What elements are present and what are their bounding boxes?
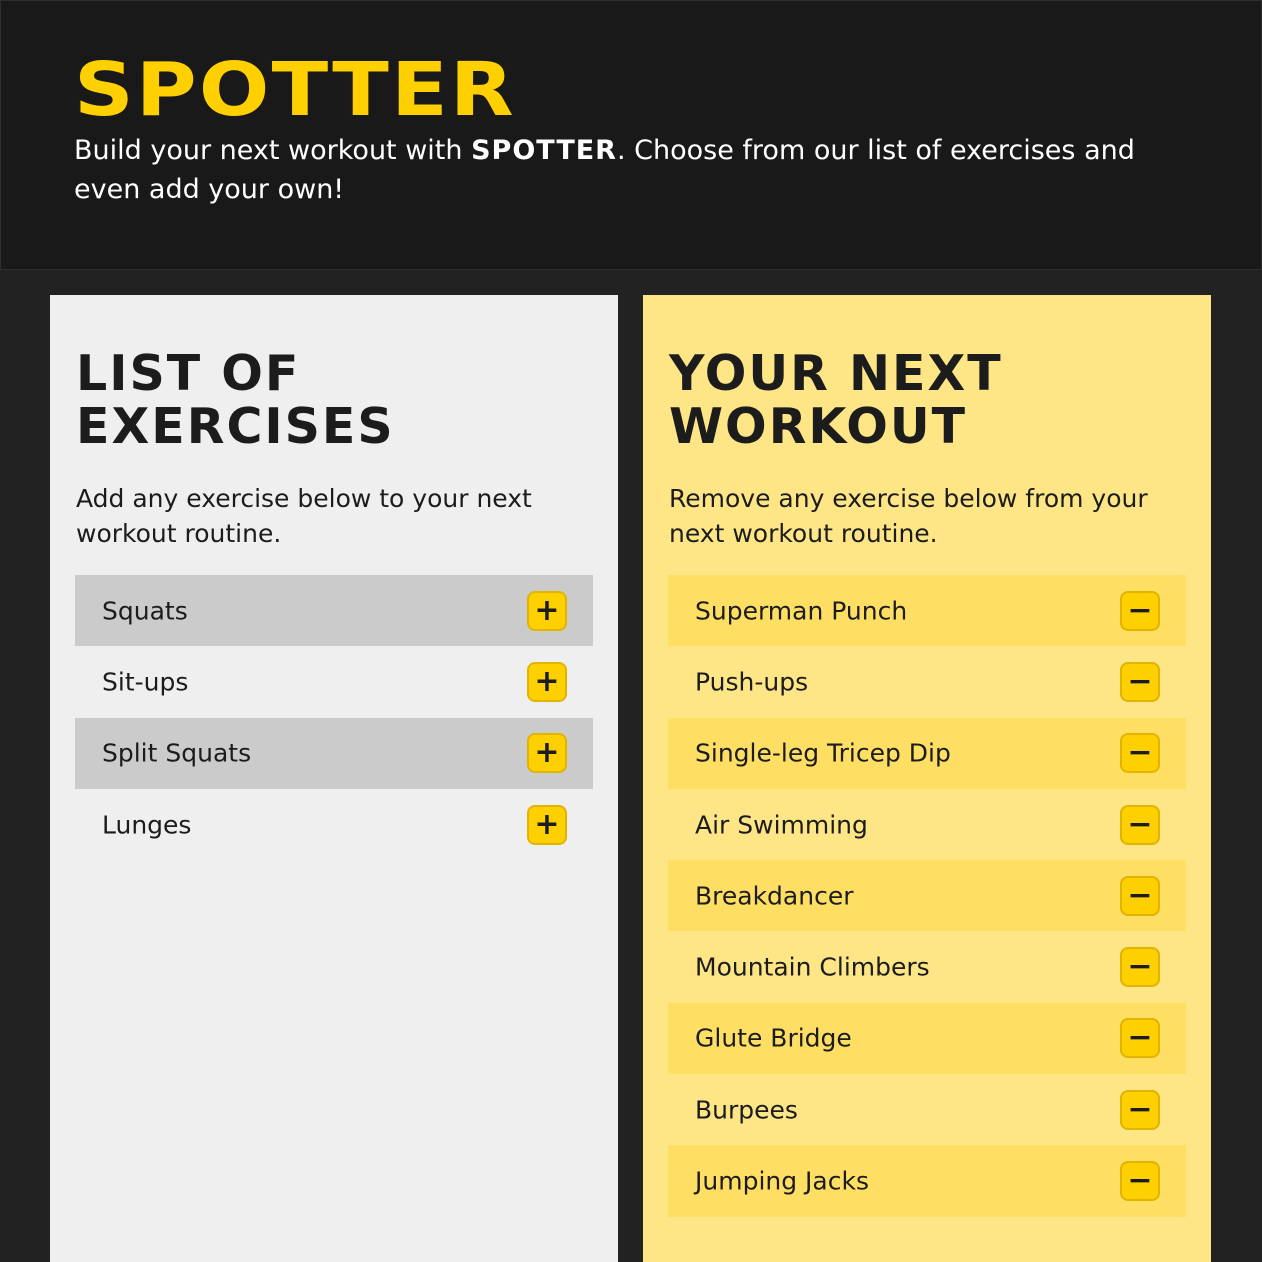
exercise-name: Lunges — [102, 810, 192, 840]
exercise-list-item: Split Squats + — [75, 717, 593, 789]
workout-list-item: Mountain Climbers − — [668, 931, 1186, 1002]
next-workout-title: YOUR NEXT WORKOUT — [669, 347, 1003, 453]
workout-list-item: Jumping Jacks − — [668, 1145, 1186, 1217]
minus-icon: − — [1127, 949, 1153, 985]
app-tagline: Build your next workout with SPOTTER. Ch… — [74, 131, 1194, 209]
exercise-list-item: Sit-ups + — [75, 646, 593, 717]
minus-icon: − — [1127, 592, 1153, 628]
next-workout-panel: YOUR NEXT WORKOUT Remove any exercise be… — [643, 295, 1211, 1262]
remove-exercise-button[interactable]: − — [1120, 804, 1160, 845]
exercise-list-description: Add any exercise below to your next work… — [76, 484, 532, 548]
add-exercise-button[interactable]: + — [527, 804, 567, 845]
workout-list-item: Superman Punch − — [668, 575, 1186, 647]
app-logo: SPOTTER — [74, 47, 516, 133]
remove-exercise-button[interactable]: − — [1120, 661, 1160, 702]
plus-icon: + — [534, 663, 560, 699]
exercise-name: Sit-ups — [102, 667, 189, 697]
workout-list-item: Air Swimming − — [668, 789, 1186, 860]
exercise-list-item: Squats + — [75, 575, 593, 647]
workout-exercise-name: Breakdancer — [695, 881, 854, 911]
workout-list-item: Glute Bridge − — [668, 1002, 1186, 1075]
workout-exercise-name: Burpees — [695, 1095, 798, 1125]
workout-exercise-name: Single-leg Tricep Dip — [695, 738, 951, 768]
tagline-text-start: Build your next workout with — [74, 135, 472, 166]
minus-icon: − — [1127, 877, 1153, 913]
minus-icon: − — [1127, 806, 1153, 842]
workout-list-item: Burpees − — [668, 1074, 1186, 1145]
remove-exercise-button[interactable]: − — [1120, 733, 1160, 774]
remove-exercise-button[interactable]: − — [1120, 875, 1160, 916]
minus-icon: − — [1127, 663, 1153, 699]
next-workout-list: Superman Punch − Push-ups − Single-leg T… — [668, 575, 1186, 1217]
remove-exercise-button[interactable]: − — [1120, 947, 1160, 988]
next-workout-title-line1: YOUR NEXT — [669, 345, 1003, 402]
exercise-list-panel: LIST OF EXERCISES Add any exercise below… — [50, 295, 618, 1262]
plus-icon: + — [534, 592, 560, 628]
remove-exercise-button[interactable]: − — [1120, 1089, 1160, 1130]
minus-icon: − — [1127, 1020, 1153, 1056]
minus-icon: − — [1127, 1091, 1153, 1127]
minus-icon: − — [1127, 735, 1153, 771]
exercise-list-title: LIST OF EXERCISES — [76, 347, 395, 453]
workout-exercise-name: Mountain Climbers — [695, 952, 930, 982]
workout-exercise-name: Air Swimming — [695, 810, 868, 840]
remove-exercise-button[interactable]: − — [1120, 1018, 1160, 1059]
plus-icon: + — [534, 735, 560, 771]
workout-exercise-name: Glute Bridge — [695, 1023, 852, 1053]
exercise-list: Squats + Sit-ups + Split Squats + Lunges… — [75, 575, 593, 860]
remove-exercise-button[interactable]: − — [1120, 1161, 1160, 1202]
app-header: SPOTTER Build your next workout with SPO… — [0, 0, 1262, 270]
workout-exercise-name: Jumping Jacks — [695, 1166, 869, 1196]
workout-list-item: Push-ups − — [668, 646, 1186, 717]
workout-exercise-name: Superman Punch — [695, 596, 908, 626]
minus-icon: − — [1127, 1163, 1153, 1199]
remove-exercise-button[interactable]: − — [1120, 590, 1160, 631]
plus-icon: + — [534, 806, 560, 842]
add-exercise-button[interactable]: + — [527, 590, 567, 631]
add-exercise-button[interactable]: + — [527, 733, 567, 774]
exercise-list-title-line1: LIST OF — [76, 345, 301, 402]
workout-list-item: Breakdancer − — [668, 860, 1186, 932]
add-exercise-button[interactable]: + — [527, 661, 567, 702]
exercise-list-item: Lunges + — [75, 789, 593, 860]
workout-exercise-name: Push-ups — [695, 667, 809, 697]
workout-list-item: Single-leg Tricep Dip − — [668, 717, 1186, 789]
exercise-list-title-line2: EXERCISES — [76, 398, 395, 455]
exercise-name: Split Squats — [102, 738, 252, 768]
next-workout-description: Remove any exercise below from your next… — [669, 484, 1148, 548]
exercise-name: Squats — [102, 596, 188, 626]
next-workout-title-line2: WORKOUT — [669, 398, 968, 455]
tagline-brand: SPOTTER — [471, 135, 617, 166]
